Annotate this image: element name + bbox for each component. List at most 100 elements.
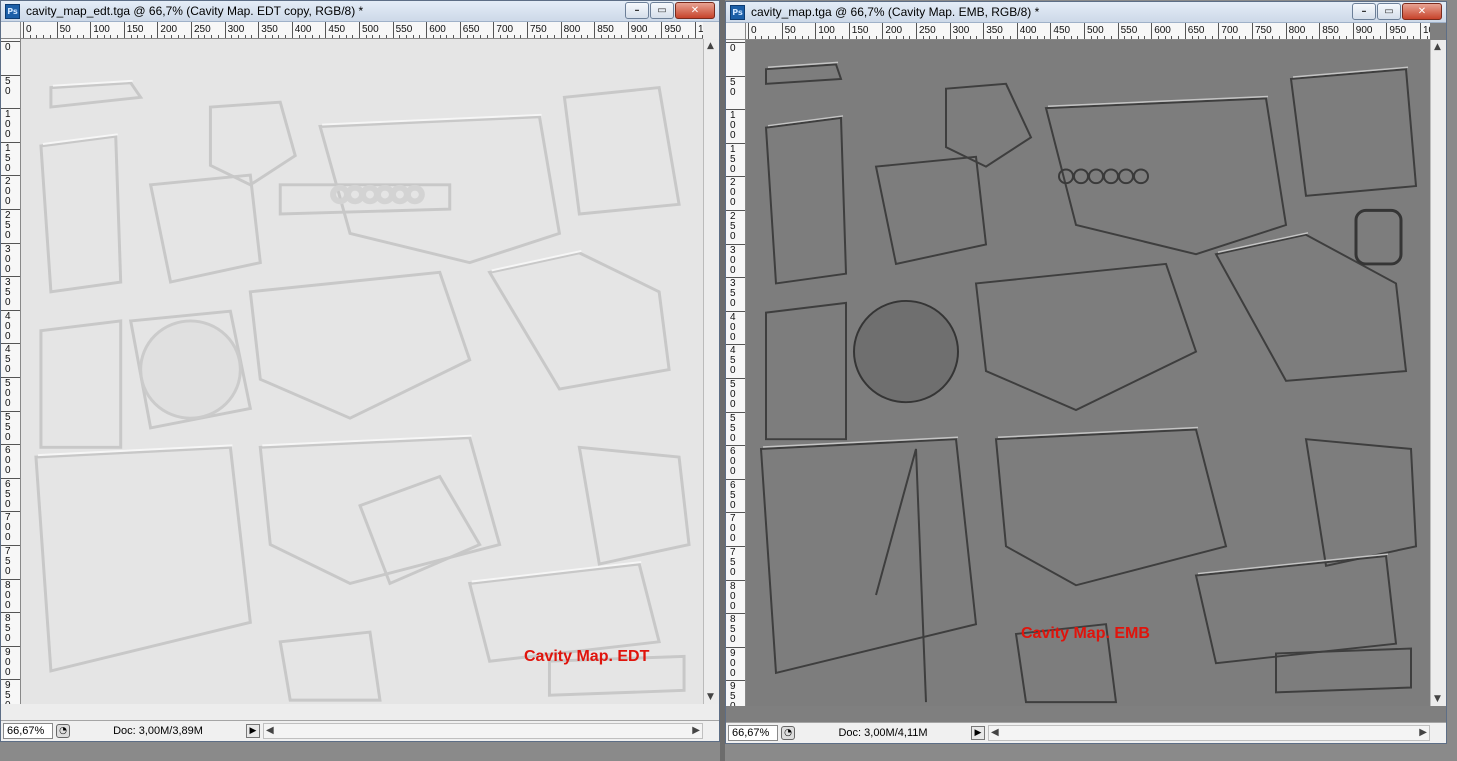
close-button[interactable]: ✕ [675,2,715,19]
scroll-left-icon[interactable]: ◀ [991,727,999,738]
canvas-area[interactable]: 0 50 100 150 200 250 300 350 400 450 500 550 600 650 7… [726,23,1446,722]
play-arrow-icon[interactable]: ▶ [246,724,260,738]
ruler-major-tick [726,42,745,43]
status-bar: 66,67% ◔ Doc: 3,00M/3,89M ▶ ◀ ▶ [1,720,719,741]
document-size[interactable]: Doc: 3,00M/3,89M [73,725,243,737]
horizontal-ruler[interactable]: 0 50 100 150 200 250 300 350 400 450 500 550 600 650 7… [21,22,703,39]
ruler-tick-label: 200 [160,24,178,35]
zoom-field[interactable]: 66,67% [728,725,778,741]
photoshop-app-icon: Ps [5,4,20,19]
window-title: cavity_map.tga @ 66,7% (Cavity Map. EMB,… [751,5,1040,19]
ruler-tick-label: 0 [5,263,11,275]
ruler-tick-label: 650 [462,24,480,35]
document-window-edt[interactable]: Ps cavity_map_edt.tga @ 66,7% (Cavity Ma… [0,0,720,742]
ruler-tick-label: 0 [5,431,11,443]
ruler-tick-label: 0 [730,499,736,511]
ruler-major-tick [56,22,58,38]
ruler-major-tick [726,680,745,682]
ruler-major-tick [1050,23,1052,39]
ruler-major-tick [1,578,20,580]
scroll-up-icon[interactable]: ▲ [1434,42,1441,52]
scroll-down-icon[interactable]: ▼ [707,692,714,702]
ruler-tick-label: 400 [1019,25,1037,36]
restore-icon: ▭ [1384,6,1394,17]
horizontal-scrollbar[interactable]: ◀ ▶ [988,725,1430,741]
window-titlebar[interactable]: Ps cavity_map_edt.tga @ 66,7% (Cavity Ma… [1,1,719,22]
document-window-emb[interactable]: Ps cavity_map.tga @ 66,7% (Cavity Map. E… [725,1,1447,744]
ruler-tick-label: 150 [851,25,869,36]
ruler-major-tick [726,378,745,379]
ruler-major-tick [90,22,92,38]
ruler-tick-label: 700 [496,24,514,35]
scroll-left-icon[interactable]: ◀ [266,725,274,736]
minimize-button[interactable]: – [625,2,649,19]
ruler-major-tick [1184,23,1186,39]
ruler-tick-label: 0 [5,599,11,611]
ruler-tick-label: 750 [530,24,547,35]
ruler-major-tick [726,243,745,245]
ruler-tick-label: 0 [730,466,736,478]
ruler-major-tick [726,613,745,615]
ruler-major-tick [1,108,20,110]
scroll-down-icon[interactable]: ▼ [1434,694,1441,704]
ruler-tick-label: 450 [328,24,346,35]
minimize-button[interactable]: – [1352,3,1376,20]
window-titlebar[interactable]: Ps cavity_map.tga @ 66,7% (Cavity Map. E… [726,2,1446,23]
ruler-origin[interactable] [726,23,746,40]
ruler-tick-label: 0 [5,42,11,53]
ruler-tick-label: 200 [885,25,903,36]
scroll-right-icon[interactable]: ▶ [1419,727,1427,738]
ruler-major-tick [726,277,745,279]
zoom-preview-icon[interactable]: ◔ [56,724,70,738]
ruler-tick-label: 0 [730,231,736,242]
ruler-major-tick [23,22,24,38]
ruler-tick-label: 0 [5,566,11,577]
canvas-area[interactable]: 0 50 100 150 200 250 300 350 400 450 500 550 600 650 7… [1,22,719,720]
restore-button[interactable]: ▭ [1377,3,1401,20]
ruler-major-tick [1151,23,1153,39]
document-size[interactable]: Doc: 3,00M/4,11M [798,727,968,739]
ruler-major-tick [560,22,562,38]
status-bar: 66,67% ◔ Doc: 3,00M/4,11M ▶ ◀ ▶ [726,722,1446,743]
cavity-map-image[interactable]: Cavity Map. EDT [21,39,703,704]
vertical-ruler[interactable]: 0501001502002503003504004505005506006507… [1,39,21,704]
ruler-major-tick [1,612,20,614]
ruler-tick-label: 400 [294,24,312,35]
overlay-label: Cavity Map. EDT [524,648,650,665]
ruler-major-tick [661,22,663,38]
window-title: cavity_map_edt.tga @ 66,7% (Cavity Map. … [26,4,364,18]
ruler-tick-label: 0 [5,465,11,477]
scroll-up-icon[interactable]: ▲ [707,41,714,51]
texture-canvas[interactable] [746,40,1430,706]
ruler-major-tick [726,646,745,648]
ruler-tick-label: 300 [227,24,245,35]
photoshop-app-icon: Ps [730,5,745,20]
scroll-right-icon[interactable]: ▶ [692,725,700,736]
ruler-major-tick [726,142,745,144]
cavity-map-image[interactable]: Cavity Map. EMB [746,40,1430,706]
vertical-scrollbar[interactable]: ▲ ▼ [1430,40,1446,706]
minimize-icon: – [634,5,640,16]
ruler-major-tick [1420,23,1421,39]
horizontal-ruler[interactable]: 0 50 100 150 200 250 300 350 400 450 500 550 600 650 7… [746,23,1430,40]
zoom-preview-icon[interactable]: ◔ [781,726,795,740]
ruler-tick-label: 800 [1288,25,1306,36]
ruler-origin[interactable] [1,22,21,39]
texture-canvas[interactable] [21,39,703,704]
ruler-tick-label: 0 [5,196,11,208]
ruler-major-tick [1084,23,1085,39]
restore-button[interactable]: ▭ [650,2,674,19]
ruler-major-tick [1,645,20,647]
horizontal-scrollbar[interactable]: ◀ ▶ [263,723,703,739]
ruler-major-tick [157,22,159,38]
ruler-tick-label: 900 [630,24,648,35]
ruler-tick-label: 0 [730,86,736,98]
vertical-ruler[interactable]: 0501001502002503003504004505005506006507… [726,40,746,706]
play-arrow-icon[interactable]: ▶ [971,726,985,740]
ruler-tick-label: 0 [5,162,11,174]
zoom-field[interactable]: 66,67% [3,723,53,739]
vertical-scrollbar[interactable]: ▲ ▼ [703,39,719,704]
close-button[interactable]: ✕ [1402,3,1442,20]
ruler-tick-label: 0 [751,25,757,36]
ruler-major-tick [123,22,125,38]
